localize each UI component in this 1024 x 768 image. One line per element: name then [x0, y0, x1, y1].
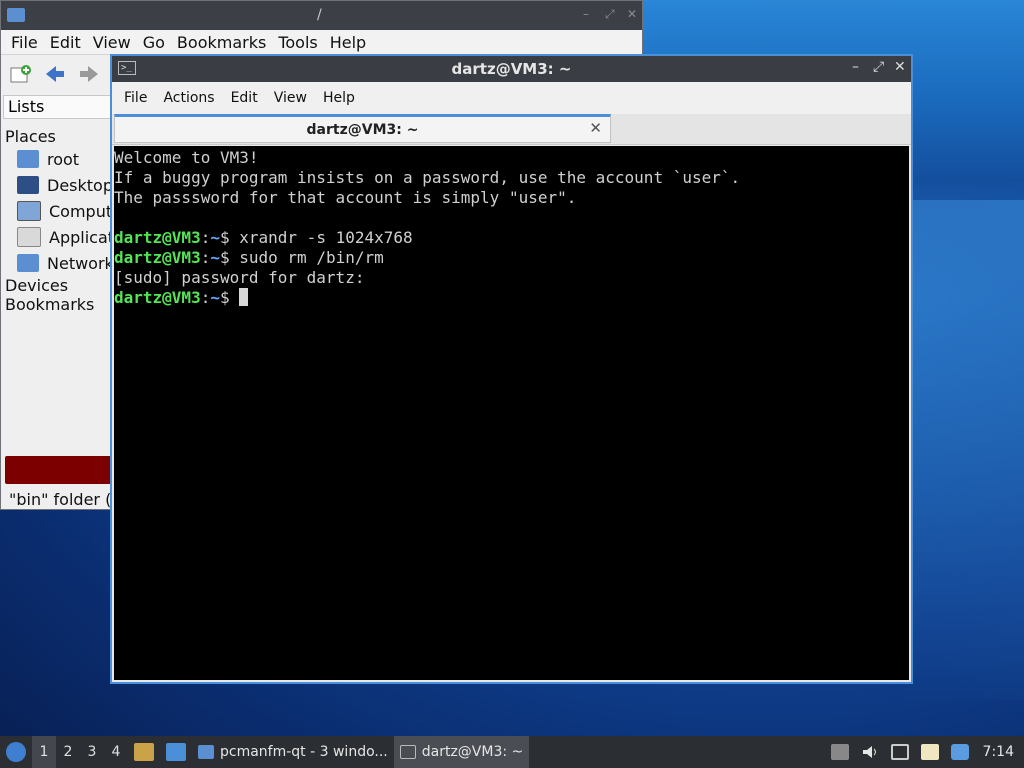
network-folder-icon [17, 254, 39, 272]
prompt-line: dartz@VM3:~$ xrandr -s 1024x768 [114, 228, 413, 247]
output-line: [sudo] password for dartz: [114, 268, 365, 287]
close-icon[interactable]: ✕ [894, 59, 906, 75]
prompt-path: ~ [210, 248, 220, 267]
minimize-icon[interactable]: – [852, 59, 859, 75]
menu-bookmarks[interactable]: Bookmarks [177, 33, 266, 52]
terminal-window[interactable]: >_ dartz@VM3: ~ – ⤢ ✕ File Actions Edit … [110, 54, 913, 684]
place-root[interactable]: root [3, 146, 113, 172]
menu-help[interactable]: Help [330, 33, 366, 52]
terminal-menubar: File Actions Edit View Help [112, 82, 911, 114]
update-notifier-icon[interactable] [830, 744, 849, 760]
side-pane-mode-select[interactable]: Lists [3, 95, 113, 119]
task-label: pcmanfm-qt - 3 windo... [220, 744, 388, 760]
folder-icon [198, 745, 214, 759]
minimize-icon[interactable]: – [583, 7, 589, 21]
computer-icon [17, 201, 41, 221]
menu-tools[interactable]: Tools [278, 33, 317, 52]
place-desktop[interactable]: Desktop [3, 172, 113, 198]
status-bar: "bin" folder ( [9, 490, 112, 509]
notification-icon[interactable] [950, 744, 969, 760]
command-text: sudo rm /bin/rm [239, 248, 384, 267]
prompt-user: dartz@VM3 [114, 228, 201, 247]
forward-arrow-icon[interactable] [77, 63, 101, 85]
command-text: xrandr -s 1024x768 [239, 228, 413, 247]
window-title: / [317, 7, 322, 23]
bookmarks-header[interactable]: Bookmarks [3, 295, 113, 314]
place-computer[interactable]: Computer [3, 198, 113, 224]
menu-help[interactable]: Help [323, 90, 355, 106]
terminal-titlebar[interactable]: >_ dartz@VM3: ~ – ⤢ ✕ [112, 56, 911, 82]
applications-icon [17, 227, 41, 247]
workspace-2[interactable]: 2 [56, 736, 80, 768]
back-arrow-icon[interactable] [43, 63, 67, 85]
system-tray: 7:14 [825, 736, 1024, 768]
place-applications[interactable]: Applications [3, 224, 113, 250]
workspace-3[interactable]: 3 [80, 736, 104, 768]
terminal-output[interactable]: Welcome to VM3! If a buggy program insis… [114, 146, 909, 680]
task-terminal[interactable]: dartz@VM3: ~ [393, 736, 530, 768]
terminal-tabbar: dartz@VM3: ~ ✕ [112, 114, 911, 145]
prompt-path: ~ [210, 228, 220, 247]
place-label: Network [47, 253, 113, 273]
place-label: root [47, 149, 80, 169]
place-label: Desktop [47, 175, 113, 195]
taskbar: 1 2 3 4 pcmanfm-qt - 3 windo... dartz@VM… [0, 736, 1024, 768]
new-tab-icon[interactable] [9, 63, 33, 85]
places-header[interactable]: Places [3, 127, 113, 146]
menu-view[interactable]: View [274, 90, 307, 106]
output-line: If a buggy program insists on a password… [114, 168, 741, 187]
tab-label: dartz@VM3: ~ [306, 122, 419, 138]
task-label: dartz@VM3: ~ [421, 744, 524, 760]
workspace-4[interactable]: 4 [104, 736, 128, 768]
prompt-user: dartz@VM3 [114, 248, 201, 267]
menu-file[interactable]: File [124, 90, 147, 106]
file-manager-launcher-icon[interactable] [134, 743, 154, 761]
place-network[interactable]: Network [3, 250, 113, 276]
desktop-wallpaper-glow [900, 200, 1024, 700]
terminal-tab[interactable]: dartz@VM3: ~ ✕ [114, 114, 611, 143]
menu-edit[interactable]: Edit [231, 90, 258, 106]
desktop-icon [17, 176, 39, 194]
devices-header[interactable]: Devices [3, 276, 113, 295]
start-menu-icon[interactable] [6, 742, 26, 762]
prompt-path: ~ [210, 288, 220, 307]
task-file-manager[interactable]: pcmanfm-qt - 3 windo... [192, 736, 394, 768]
clock[interactable]: 7:14 [983, 744, 1014, 760]
clipboard-icon[interactable] [920, 744, 939, 760]
prompt-line: dartz@VM3:~$ sudo rm /bin/rm [114, 248, 384, 267]
maximize-icon[interactable]: ⤢ [873, 59, 884, 75]
window-title: dartz@VM3: ~ [451, 60, 572, 78]
text-cursor[interactable] [239, 288, 249, 306]
prompt-user: dartz@VM3 [114, 288, 201, 307]
prompt-line: dartz@VM3:~$ [114, 288, 909, 308]
workspace-1[interactable]: 1 [32, 736, 56, 768]
menu-view[interactable]: View [93, 33, 131, 52]
place-label: Applications [49, 227, 113, 247]
output-line: Welcome to VM3! [114, 148, 259, 167]
close-icon[interactable]: ✕ [627, 7, 637, 21]
output-line: The passsword for that account is simply… [114, 188, 577, 207]
menubar: File Edit View Go Bookmarks Tools Help [1, 30, 642, 55]
terminal-icon [399, 745, 416, 759]
maximize-icon[interactable]: ⤢ [605, 7, 615, 22]
file-manager-titlebar[interactable]: / – ⤢ ✕ [1, 1, 642, 30]
folder-icon [17, 150, 39, 168]
menu-edit[interactable]: Edit [50, 33, 81, 52]
volume-icon[interactable] [861, 744, 879, 760]
path-error-bar [5, 456, 111, 484]
network-icon[interactable] [890, 744, 909, 760]
place-label: Computer [49, 201, 113, 221]
menu-actions[interactable]: Actions [163, 90, 214, 106]
show-desktop-icon[interactable] [166, 743, 186, 761]
menu-go[interactable]: Go [143, 33, 165, 52]
menu-file[interactable]: File [11, 33, 38, 52]
side-pane: Lists Places root Desktop Computer Appli… [3, 95, 113, 455]
folder-icon [7, 8, 25, 22]
close-tab-icon[interactable]: ✕ [589, 119, 602, 137]
